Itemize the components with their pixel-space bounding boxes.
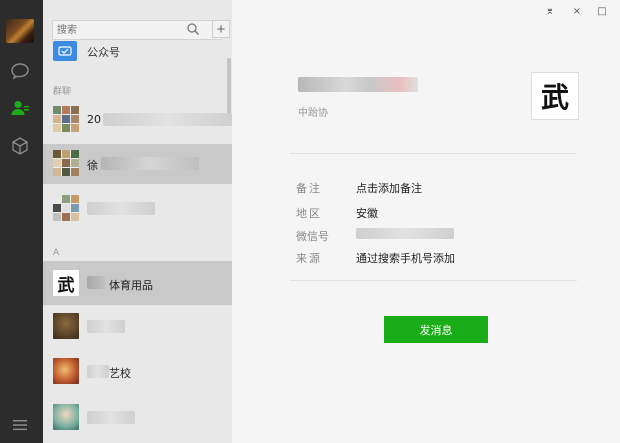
group-avatar [53, 106, 79, 132]
redacted-text [87, 411, 135, 424]
contact-list-panel: + 公众号 群聊 20 徐 [43, 0, 232, 443]
divider [290, 280, 577, 281]
pin-icon[interactable]: ⌆ [544, 5, 556, 17]
remark-value[interactable]: 点击添加备注 [356, 180, 422, 196]
contacts-icon[interactable] [9, 97, 31, 119]
contact-avatar: 武 [53, 270, 79, 296]
field-label: 微信号 [296, 230, 329, 243]
maximize-button[interactable]: □ [596, 5, 608, 17]
list-item-group-1[interactable]: 20 [43, 100, 232, 140]
list-item-group-2[interactable]: 徐 [43, 144, 232, 184]
chat-icon[interactable] [9, 60, 31, 82]
contact-name: 体育用品 [109, 279, 153, 292]
contact-avatar [53, 313, 79, 339]
nav-rail [0, 0, 43, 443]
group-avatar [53, 195, 79, 221]
redacted-text [87, 202, 155, 215]
my-avatar[interactable] [6, 19, 34, 43]
divider [290, 153, 577, 154]
contact-name: 艺校 [109, 367, 131, 380]
list-item-label: 公众号 [87, 46, 120, 59]
menu-icon[interactable] [12, 418, 28, 432]
field-label: 地区 [296, 207, 322, 220]
section-header-groups: 群聊 [53, 87, 72, 97]
group-avatar [53, 150, 79, 176]
redacted-text [87, 276, 105, 289]
section-header-letter: A [53, 248, 60, 258]
field-label: 备注 [296, 182, 322, 195]
list-item-group-3[interactable] [43, 189, 232, 229]
contact-avatar [53, 358, 79, 384]
list-item-contact-selected[interactable]: 武 体育用品 [43, 261, 232, 305]
redacted-text [101, 157, 199, 170]
close-button[interactable]: × [571, 5, 583, 17]
list-item-official-accounts[interactable]: 公众号 [43, 32, 232, 72]
redacted-text [87, 320, 125, 333]
source-value: 通过搜索手机号添加 [356, 252, 455, 265]
field-label: 来源 [296, 252, 322, 265]
send-message-button[interactable]: 发消息 [384, 316, 488, 343]
redacted-text [356, 228, 454, 239]
redacted-text [87, 365, 109, 378]
region-value: 安徽 [356, 207, 378, 220]
contact-avatar [53, 404, 79, 430]
list-item-contact[interactable] [43, 398, 232, 438]
redacted-text [103, 113, 232, 126]
official-accounts-icon [53, 41, 77, 61]
group-name: 20 [87, 113, 101, 126]
profile-name-redacted [298, 77, 418, 92]
group-name: 徐 [87, 159, 98, 172]
profile-region-line: 中跆协 [298, 108, 328, 119]
list-item-contact[interactable] [43, 307, 232, 347]
profile-avatar[interactable]: 武 [531, 72, 579, 120]
list-item-contact[interactable]: 艺校 [43, 352, 232, 392]
favorites-cube-icon[interactable] [9, 135, 31, 157]
profile-pane: ⌆ × □ 中跆协 武 备注 点击添加备注 地区 安徽 微信号 来源 通过搜索手… [232, 0, 620, 443]
